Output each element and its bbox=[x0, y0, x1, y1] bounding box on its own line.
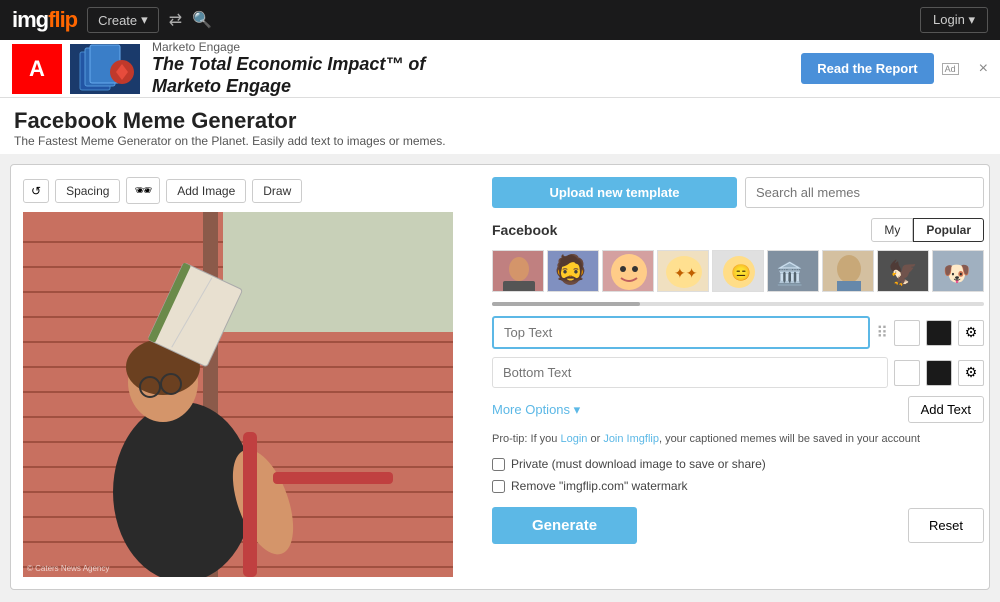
join-link[interactable]: Join Imgflip bbox=[603, 433, 659, 445]
read-report-button[interactable]: Read the Report bbox=[801, 53, 933, 84]
gear-icon: ⚙ bbox=[965, 364, 978, 381]
scrollbar-handle bbox=[492, 302, 640, 306]
top-text-color-black[interactable] bbox=[926, 320, 952, 346]
template-actions: Upload new template bbox=[492, 177, 984, 208]
ad-brand: Marketo Engage bbox=[152, 40, 425, 54]
upload-template-button[interactable]: Upload new template bbox=[492, 177, 737, 208]
popular-tab[interactable]: Popular bbox=[913, 218, 984, 242]
page-header: Facebook Meme Generator The Fastest Meme… bbox=[0, 98, 1000, 154]
logo-flip: flip bbox=[48, 7, 77, 32]
add-text-button[interactable]: Add Text bbox=[908, 396, 984, 423]
bottom-text-row: ⚙ bbox=[492, 357, 984, 388]
meme-generator-box: ↺ Spacing 🕶 Add Image Draw bbox=[10, 164, 990, 590]
thumbnail-8[interactable]: 🦅 bbox=[877, 250, 929, 292]
nav-left: imgflip Create ▾ ⇄ 🔍 bbox=[12, 7, 212, 33]
search-memes-input[interactable] bbox=[745, 177, 984, 208]
filter-bar: Facebook My Popular bbox=[492, 218, 984, 242]
svg-text:🏛️: 🏛️ bbox=[776, 261, 803, 286]
top-text-input[interactable] bbox=[492, 316, 870, 349]
page-title: Facebook Meme Generator bbox=[14, 108, 986, 134]
bottom-text-input[interactable] bbox=[492, 357, 888, 388]
watermark-checkbox[interactable] bbox=[492, 480, 505, 493]
generate-button[interactable]: Generate bbox=[492, 507, 637, 544]
bottom-text-settings-button[interactable]: ⚙ bbox=[958, 360, 984, 386]
filter-tabs: My Popular bbox=[871, 218, 984, 242]
drag-handle-icon[interactable]: ⠿ bbox=[876, 323, 888, 343]
ad-graphic bbox=[70, 44, 140, 94]
chevron-down-icon: ▾ bbox=[141, 12, 148, 28]
thumbnail-2[interactable]: 🧔 bbox=[547, 250, 599, 292]
close-icon[interactable]: × bbox=[979, 60, 988, 78]
thumbnail-7[interactable] bbox=[822, 250, 874, 292]
more-options-row: More Options ▾ Add Text bbox=[492, 396, 984, 423]
chevron-down-icon: ▾ bbox=[968, 12, 975, 27]
logo[interactable]: imgflip bbox=[12, 7, 77, 33]
login-label: Login bbox=[933, 12, 965, 27]
thumbnail-9[interactable]: 🐶 bbox=[932, 250, 984, 292]
svg-text:✦✦: ✦✦ bbox=[674, 265, 698, 281]
private-label: Private (must download image to save or … bbox=[511, 457, 766, 471]
draw-button[interactable]: Draw bbox=[252, 179, 302, 203]
sunglasses-button[interactable]: 🕶 bbox=[126, 177, 160, 204]
meme-photo: © Caters News Agency bbox=[23, 212, 453, 577]
top-text-color-white[interactable] bbox=[894, 320, 920, 346]
reset-button[interactable]: Reset bbox=[908, 508, 984, 543]
filter-label: Facebook bbox=[492, 222, 557, 238]
pro-tip: Pro-tip: If you Login or Join Imgflip, y… bbox=[492, 433, 984, 445]
ad-banner: A Marketo Engage The Total Economic Impa… bbox=[0, 40, 1000, 98]
shuffle-icon[interactable]: ⇄ bbox=[169, 10, 182, 30]
refresh-button[interactable]: ↺ bbox=[23, 179, 49, 203]
main-content: ↺ Spacing 🕶 Add Image Draw bbox=[0, 154, 1000, 600]
ad-left: A Marketo Engage The Total Economic Impa… bbox=[12, 40, 425, 97]
adobe-logo: A bbox=[12, 44, 62, 94]
right-panel: Upload new template Facebook My Popular … bbox=[492, 177, 984, 577]
left-panel: ↺ Spacing 🕶 Add Image Draw bbox=[23, 177, 478, 577]
top-text-settings-button[interactable]: ⚙ bbox=[958, 320, 984, 346]
svg-text:😑: 😑 bbox=[731, 264, 751, 282]
bottom-text-color-white[interactable] bbox=[894, 360, 920, 386]
refresh-icon: ↺ bbox=[31, 184, 41, 198]
ad-text-block: Marketo Engage The Total Economic Impact… bbox=[152, 40, 425, 97]
spacing-button[interactable]: Spacing bbox=[55, 179, 120, 203]
create-label: Create bbox=[98, 13, 137, 28]
page-subtitle: The Fastest Meme Generator on the Planet… bbox=[14, 134, 986, 148]
thumbnail-5[interactable]: 😑 bbox=[712, 250, 764, 292]
svg-text:🧔: 🧔 bbox=[553, 252, 588, 286]
login-button[interactable]: Login ▾ bbox=[920, 7, 988, 33]
thumbnail-3[interactable] bbox=[602, 250, 654, 292]
login-link[interactable]: Login bbox=[560, 433, 587, 445]
search-icon[interactable]: 🔍 bbox=[192, 10, 212, 30]
bottom-actions: Generate Reset bbox=[492, 507, 984, 544]
logo-text: imgflip bbox=[12, 7, 77, 33]
ad-headline: The Total Economic Impact™ of Marketo En… bbox=[152, 54, 425, 97]
bottom-text-color-black[interactable] bbox=[926, 360, 952, 386]
meme-thumbnails: 🧔 ✦✦ 😑 🏛️ 🦅 bbox=[492, 250, 984, 292]
nav-right: Login ▾ bbox=[920, 7, 988, 33]
svg-text:🐶: 🐶 bbox=[943, 261, 970, 286]
ad-badge: Ad bbox=[942, 63, 959, 75]
svg-text:🦅: 🦅 bbox=[888, 258, 918, 287]
thumbnail-6[interactable]: 🏛️ bbox=[767, 250, 819, 292]
watermark-label: Remove "imgflip.com" watermark bbox=[511, 479, 688, 493]
more-options-link[interactable]: More Options ▾ bbox=[492, 402, 580, 418]
thumbnail-4[interactable]: ✦✦ bbox=[657, 250, 709, 292]
watermark-checkbox-row: Remove "imgflip.com" watermark bbox=[492, 479, 984, 493]
thumbnail-1[interactable] bbox=[492, 250, 544, 292]
private-checkbox[interactable] bbox=[492, 458, 505, 471]
my-tab[interactable]: My bbox=[871, 218, 913, 242]
photo-credit: © Caters News Agency bbox=[27, 564, 109, 573]
meme-image-container: © Caters News Agency bbox=[23, 212, 453, 577]
ad-right: Read the Report Ad × bbox=[801, 53, 988, 84]
top-navigation: imgflip Create ▾ ⇄ 🔍 Login ▾ bbox=[0, 0, 1000, 40]
create-button[interactable]: Create ▾ bbox=[87, 7, 159, 33]
add-image-button[interactable]: Add Image bbox=[166, 179, 246, 203]
sunglasses-icon: 🕶 bbox=[134, 182, 152, 198]
private-checkbox-row: Private (must download image to save or … bbox=[492, 457, 984, 471]
gear-icon: ⚙ bbox=[965, 324, 978, 341]
thumbnail-scrollbar[interactable] bbox=[492, 302, 984, 306]
toolbar: ↺ Spacing 🕶 Add Image Draw bbox=[23, 177, 478, 204]
top-text-row: ⠿ ⚙ bbox=[492, 316, 984, 349]
